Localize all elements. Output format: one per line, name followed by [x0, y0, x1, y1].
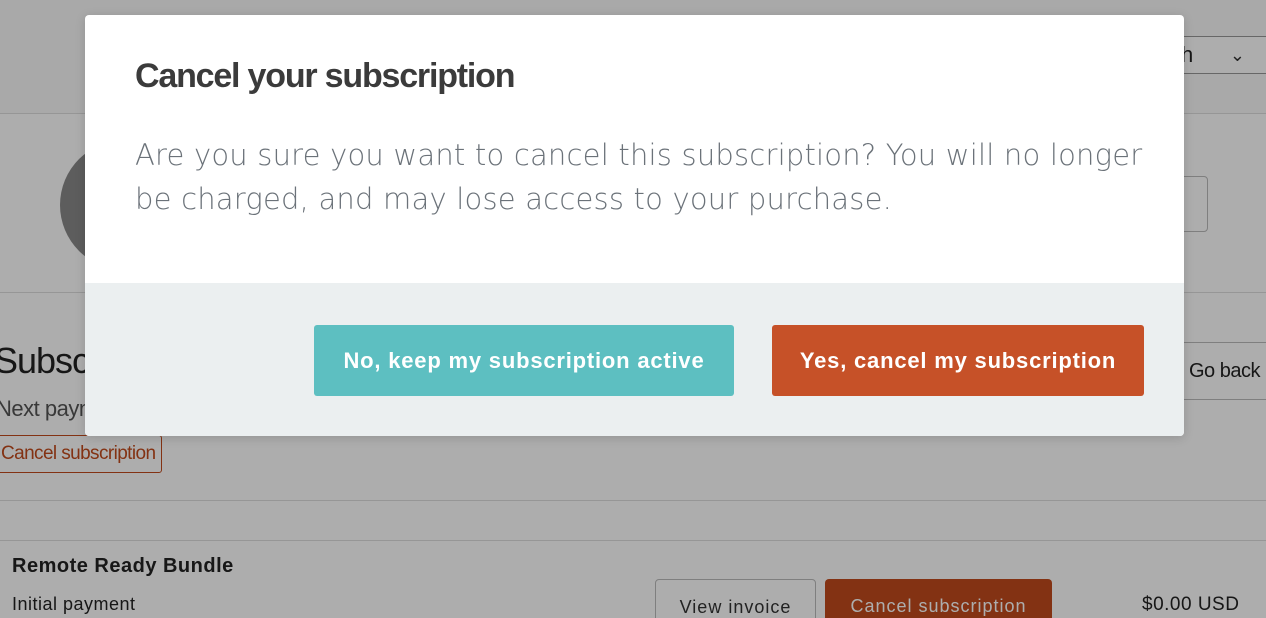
keep-subscription-button[interactable]: No, keep my subscription active — [314, 325, 734, 396]
dialog-footer: No, keep my subscription active Yes, can… — [85, 283, 1184, 436]
dialog-message: Are you sure you want to cancel this sub… — [135, 138, 1143, 216]
confirm-cancel-button[interactable]: Yes, cancel my subscription — [772, 325, 1144, 396]
dialog-title: Cancel your subscription — [135, 57, 515, 95]
cancel-subscription-dialog: Cancel your subscription Are you sure yo… — [85, 15, 1184, 436]
